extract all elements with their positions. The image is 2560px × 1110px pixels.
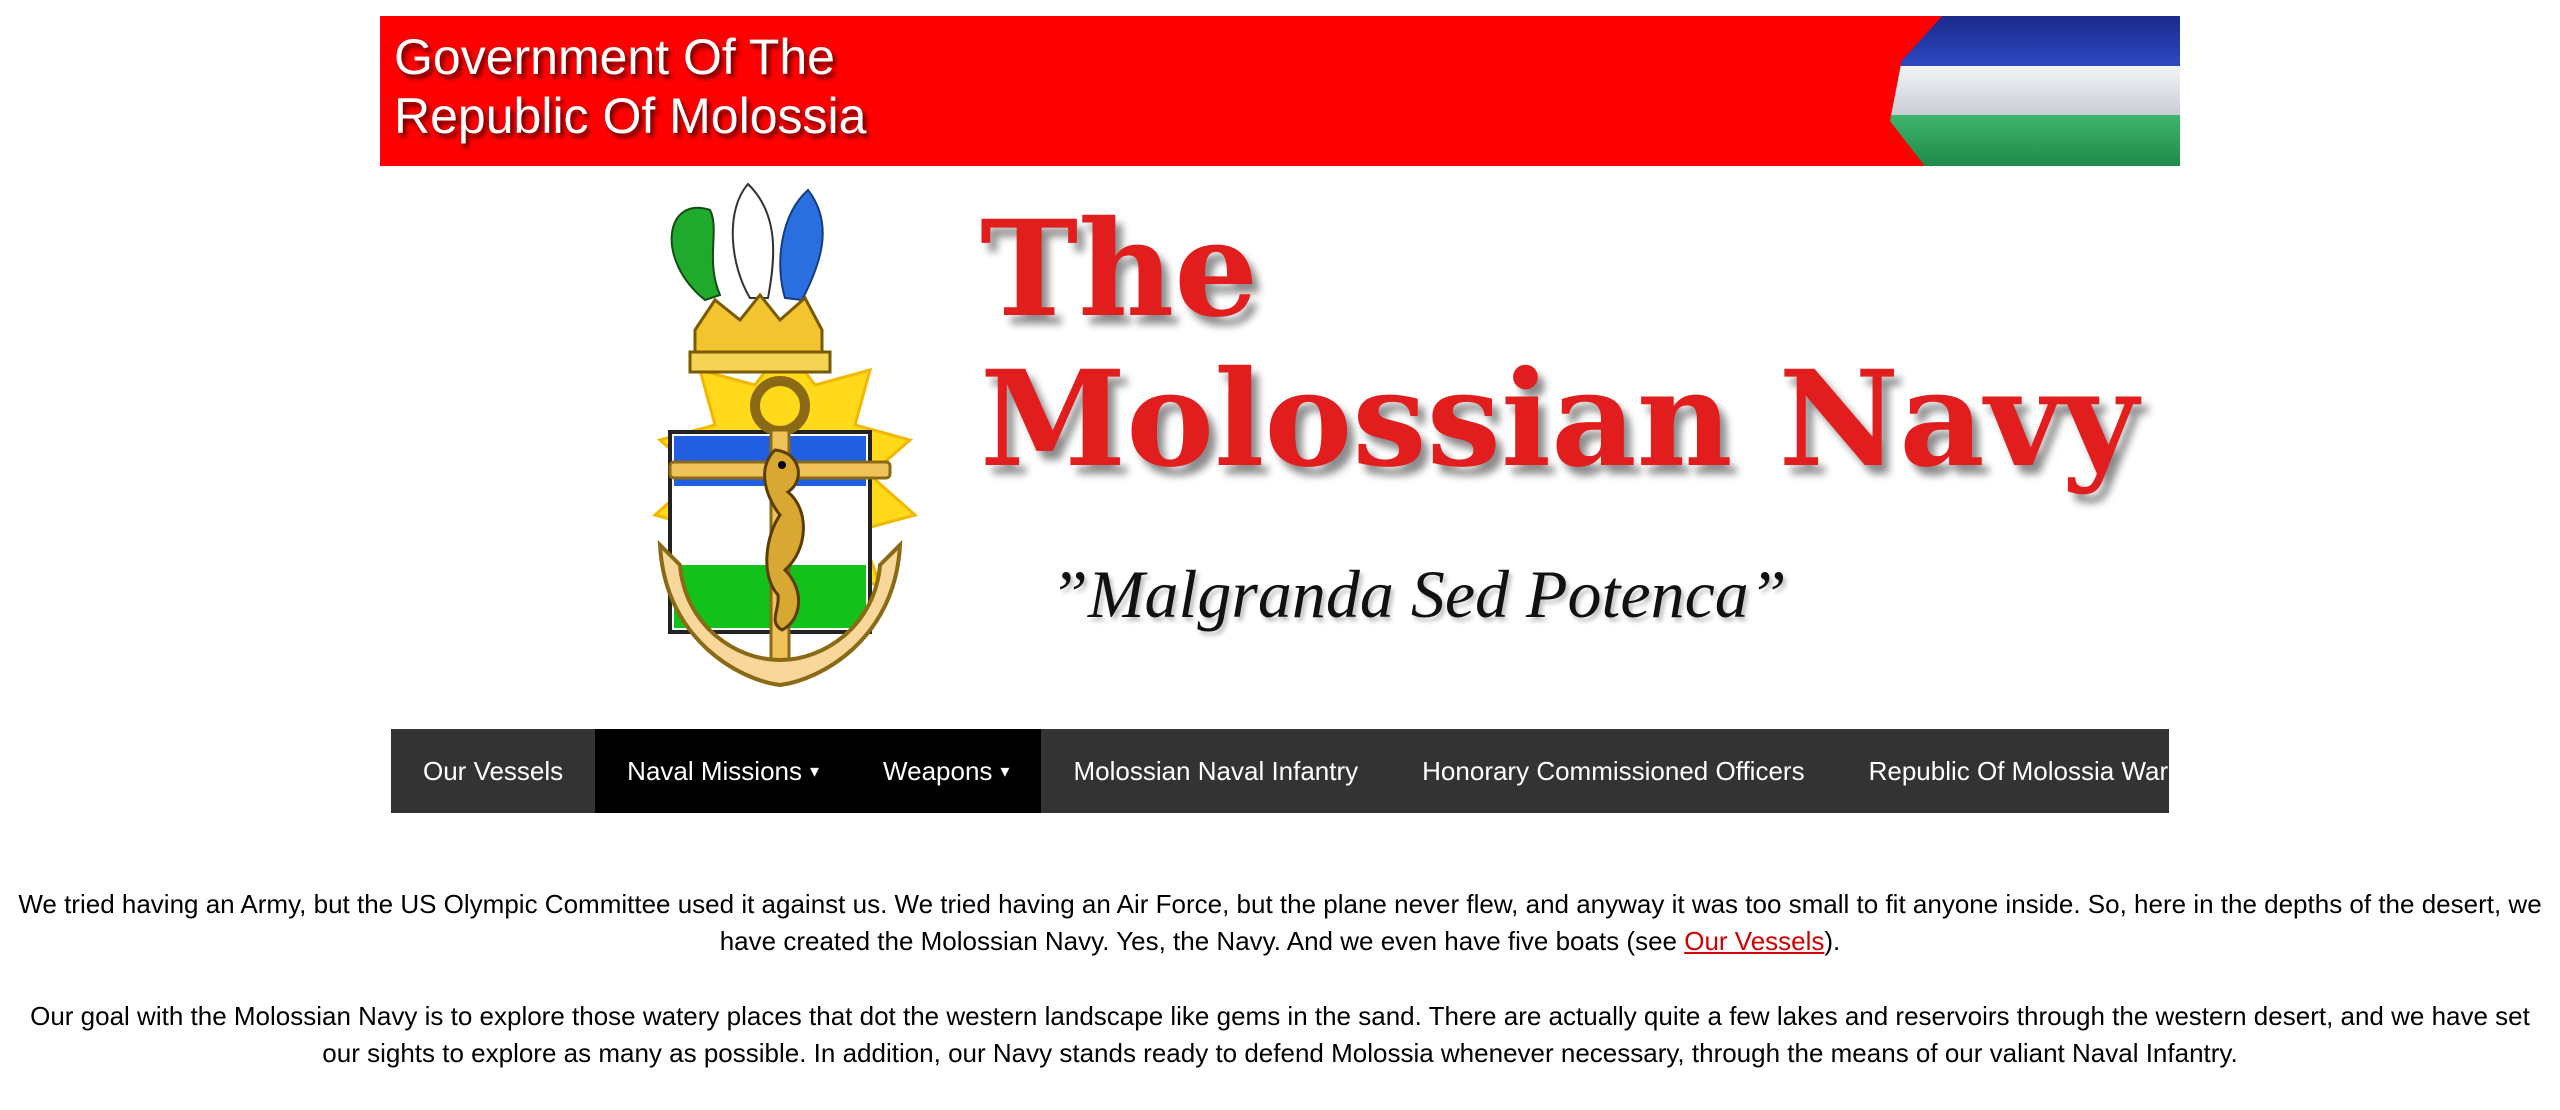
flag-stripe-green bbox=[1890, 115, 2180, 166]
government-banner: Government Of The Republic Of Molossia bbox=[380, 16, 2180, 166]
nav-war-office[interactable]: Republic Of Molossia War Office bbox=[1837, 729, 2275, 813]
flag-stripe-blue bbox=[1890, 16, 2180, 67]
goal-paragraph: Our goal with the Molossian Navy is to e… bbox=[30, 1001, 2530, 1068]
caret-down-icon: ▾ bbox=[1000, 760, 1010, 781]
intro-text: We tried having an Army, but the US Olym… bbox=[18, 889, 2542, 956]
nav-molossian-naval-infantry[interactable]: Molossian Naval Infantry bbox=[1041, 729, 1390, 813]
nav-item-label: Honorary Commissioned Officers bbox=[1422, 755, 1805, 786]
title-line-2: Molossian Navy bbox=[980, 342, 2139, 497]
main-navigation: Our Vessels Naval Missions ▾ Weapons ▾ M… bbox=[391, 729, 2243, 813]
page-content: We tried having an Army, but the US Olym… bbox=[0, 886, 2560, 1110]
banner-line-2: Republic Of Molossia bbox=[394, 88, 867, 144]
molossia-flag-icon bbox=[1890, 16, 2180, 166]
our-vessels-link[interactable]: Our Vessels bbox=[1684, 926, 1824, 956]
navy-masthead: The Molossian Navy ”Malgranda Sed Potenc… bbox=[570, 170, 2138, 725]
nav-item-label: Our Vessels bbox=[423, 755, 564, 786]
nav-item-label: Weapons bbox=[883, 755, 993, 786]
flag-stripe-white bbox=[1890, 65, 2180, 117]
title-line-1: The bbox=[980, 192, 1259, 347]
banner-line-1: Government Of The bbox=[394, 29, 835, 85]
intro-text-end: ). bbox=[1824, 926, 1841, 956]
nav-item-label: Naval Missions bbox=[627, 755, 802, 786]
navy-crest-icon bbox=[651, 182, 919, 688]
nav-honorary-commissioned-officers[interactable]: Honorary Commissioned Officers bbox=[1390, 729, 1836, 813]
banner-title: Government Of The Republic Of Molossia bbox=[394, 28, 866, 146]
nav-item-label: Republic Of Molossia War Office bbox=[1868, 755, 2243, 786]
nav-our-vessels[interactable]: Our Vessels bbox=[391, 729, 595, 813]
nav-weapons[interactable]: Weapons ▾ bbox=[851, 729, 1042, 813]
intro-paragraph: We tried having an Army, but the US Olym… bbox=[0, 886, 2560, 960]
nav-naval-missions[interactable]: Naval Missions ▾ bbox=[595, 729, 852, 813]
navy-motto: ”Malgranda Sed Potenca” bbox=[1050, 556, 1787, 632]
caret-down-icon: ▾ bbox=[810, 760, 820, 781]
page-title: The Molossian Navy bbox=[980, 195, 2138, 495]
nav-item-label: Molossian Naval Infantry bbox=[1073, 755, 1359, 786]
